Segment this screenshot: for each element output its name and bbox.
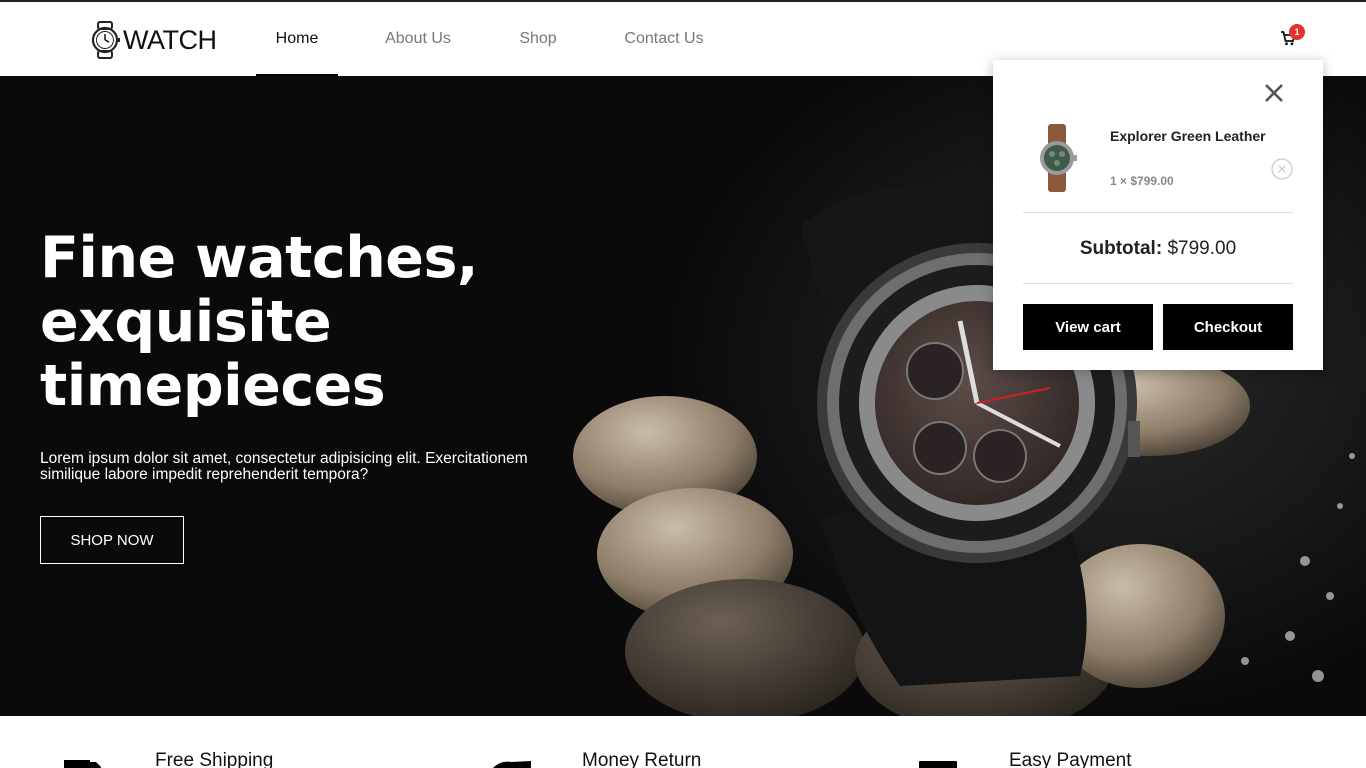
truck-icon: [64, 760, 101, 768]
divider: [1023, 283, 1293, 284]
feature-title: Easy Payment: [1009, 750, 1132, 768]
logo[interactable]: WATCH: [90, 20, 217, 60]
cart-item-name[interactable]: Explorer Green Leather: [1110, 128, 1266, 144]
cart-item-qty-price: 1 × $799.00: [1110, 174, 1174, 188]
hero-description: Lorem ipsum dolor sit amet, consectetur …: [40, 450, 528, 483]
logo-text: WATCH: [123, 24, 217, 55]
nav-shop[interactable]: Shop: [498, 2, 578, 76]
nav-about-us[interactable]: About Us: [338, 2, 498, 76]
money-icon: [493, 761, 531, 768]
feature-title: Free Shipping: [155, 750, 274, 768]
subtotal-label: Subtotal:: [1079, 238, 1163, 259]
hero-title-line: exquisite: [40, 289, 332, 355]
subtotal-value: $799.00: [1167, 238, 1237, 259]
close-icon[interactable]: [1263, 82, 1285, 104]
main-nav: Home About Us Shop Contact Us: [256, 2, 750, 78]
product-thumbnail[interactable]: [1033, 124, 1081, 192]
checkout-button[interactable]: Checkout: [1163, 304, 1293, 350]
hero-title: Fine watches, exquisite timepieces: [40, 226, 560, 418]
watch-logo-icon: [91, 21, 120, 59]
view-cart-button[interactable]: View cart: [1023, 304, 1153, 350]
features-strip: Free Shipping Money Return Easy Payment: [0, 716, 1366, 768]
divider: [1023, 212, 1293, 213]
nav-home[interactable]: Home: [256, 2, 338, 78]
nav-contact-us[interactable]: Contact Us: [578, 2, 750, 76]
mini-cart-dropdown: Explorer Green Leather 1 × $799.00 Subto…: [993, 60, 1323, 370]
cart-subtotal: Subtotal: $799.00: [1023, 238, 1293, 260]
feature-title: Money Return: [582, 750, 702, 768]
hero-title-line: timepieces: [40, 353, 386, 419]
cart-count-badge: 1: [1289, 24, 1305, 40]
card-icon: [919, 761, 957, 768]
shop-now-button[interactable]: SHOP NOW: [40, 516, 184, 564]
remove-item-icon[interactable]: [1271, 158, 1293, 180]
hero-title-line: Fine watches,: [40, 225, 479, 291]
